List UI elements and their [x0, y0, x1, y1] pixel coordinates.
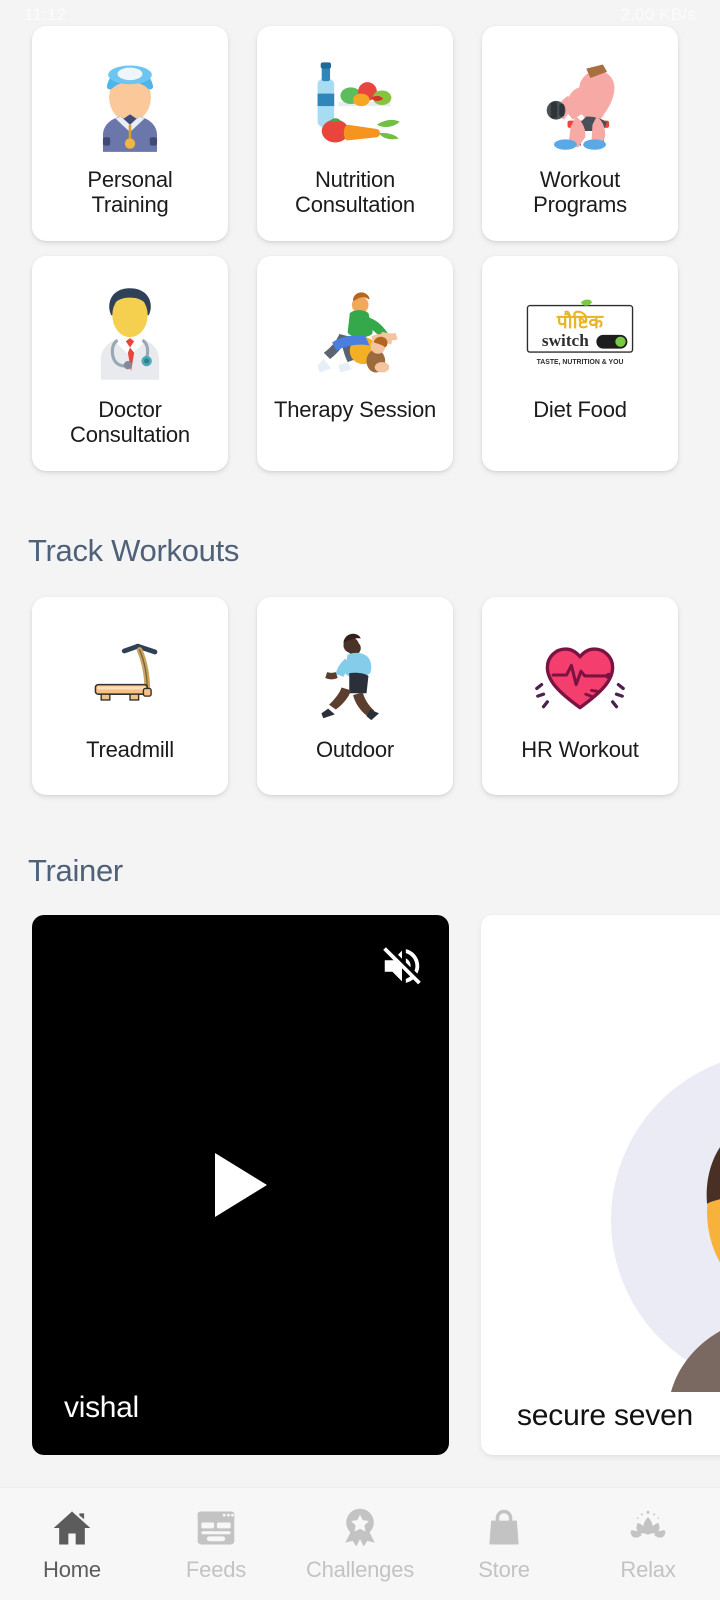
trainer-profile-card[interactable]: secure seven	[481, 915, 720, 1455]
track-label: Treadmill	[86, 737, 174, 762]
shopping-bag-icon	[482, 1506, 526, 1550]
service-card-diet-food[interactable]: पौष्टिक switch TASTE, NUTRITION & YOU Di…	[482, 256, 678, 471]
service-label: Doctor Consultation	[70, 397, 190, 447]
avatar	[579, 1020, 720, 1420]
nav-label: Store	[478, 1556, 530, 1582]
services-grid-row-1: Personal Training Nutrition Consultation…	[0, 0, 720, 241]
paushtik-switch-logo-icon: पौष्टिक switch TASTE, NUTRITION & YOU	[524, 282, 636, 386]
dumbbell-bench-icon	[524, 52, 636, 156]
nav-item-store[interactable]: Store	[432, 1506, 576, 1583]
nav-item-feeds[interactable]: Feeds	[144, 1506, 288, 1583]
home-icon	[50, 1506, 94, 1550]
nav-label: Challenges	[305, 1556, 415, 1582]
track-label: HR Workout	[521, 737, 639, 762]
lotus-icon	[626, 1506, 670, 1550]
volume-off-icon[interactable]	[379, 943, 425, 989]
runner-icon	[300, 627, 410, 723]
track-card-treadmill[interactable]: Treadmill	[32, 597, 228, 795]
app-screen: 11:12 2.00 KB/s Personal Training Nutrit…	[0, 0, 720, 1600]
track-label: Outdoor	[315, 737, 395, 762]
services-grid-row-2: Doctor Consultation Therapy Session पौष्…	[0, 241, 720, 471]
vegetables-bottle-icon	[299, 52, 411, 156]
physiotherapy-icon	[299, 282, 411, 386]
feeds-icon	[194, 1506, 238, 1550]
nav-label: Home	[43, 1556, 101, 1582]
nav-label: Feeds	[185, 1556, 247, 1582]
nav-item-relax[interactable]: Relax	[576, 1506, 720, 1583]
trainer-rail[interactable]: vishal secure seven	[0, 915, 720, 1455]
service-label: Workout Programs	[533, 167, 627, 217]
service-card-workout-programs[interactable]: Workout Programs	[482, 26, 678, 241]
heart-rate-icon	[525, 627, 635, 723]
svg-text:पौष्टिक: पौष्टिक	[556, 310, 605, 333]
section-title-trainer: Trainer	[28, 853, 123, 888]
section-title-track-workouts: Track Workouts	[28, 533, 240, 568]
play-button[interactable]	[214, 1153, 267, 1217]
nav-item-challenges[interactable]: Challenges	[288, 1506, 432, 1583]
service-label: Nutrition Consultation	[295, 167, 415, 217]
track-workouts-grid: Treadmill Outdoor HR Workout	[0, 597, 720, 795]
trainer-video-card[interactable]: vishal	[32, 915, 449, 1455]
nav-item-home[interactable]: Home	[0, 1506, 144, 1583]
service-card-personal-training[interactable]: Personal Training	[32, 26, 228, 241]
service-card-doctor-consultation[interactable]: Doctor Consultation	[32, 256, 228, 471]
service-label: Diet Food	[533, 397, 627, 422]
service-label: Therapy Session	[273, 397, 437, 422]
trainer-whistle-icon	[74, 52, 186, 156]
award-ribbon-icon	[338, 1506, 382, 1550]
svg-text:TASTE, NUTRITION & YOU: TASTE, NUTRITION & YOU	[537, 359, 624, 366]
trainer-video-name: vishal	[64, 1391, 139, 1424]
doctor-stethoscope-icon	[74, 282, 186, 386]
scroll-content[interactable]: Personal Training Nutrition Consultation…	[0, 0, 720, 1487]
nav-label: Relax	[620, 1556, 676, 1582]
treadmill-icon	[75, 627, 185, 723]
bottom-navigation: Home Feeds Challenges Store Relax	[0, 1487, 720, 1600]
trainer-profile-name: secure seven	[517, 1399, 694, 1432]
svg-text:switch: switch	[542, 331, 589, 350]
service-card-nutrition-consultation[interactable]: Nutrition Consultation	[257, 26, 453, 241]
service-card-therapy-session[interactable]: Therapy Session	[257, 256, 453, 471]
track-card-hr-workout[interactable]: HR Workout	[482, 597, 678, 795]
service-label: Personal Training	[87, 167, 173, 217]
track-card-outdoor[interactable]: Outdoor	[257, 597, 453, 795]
